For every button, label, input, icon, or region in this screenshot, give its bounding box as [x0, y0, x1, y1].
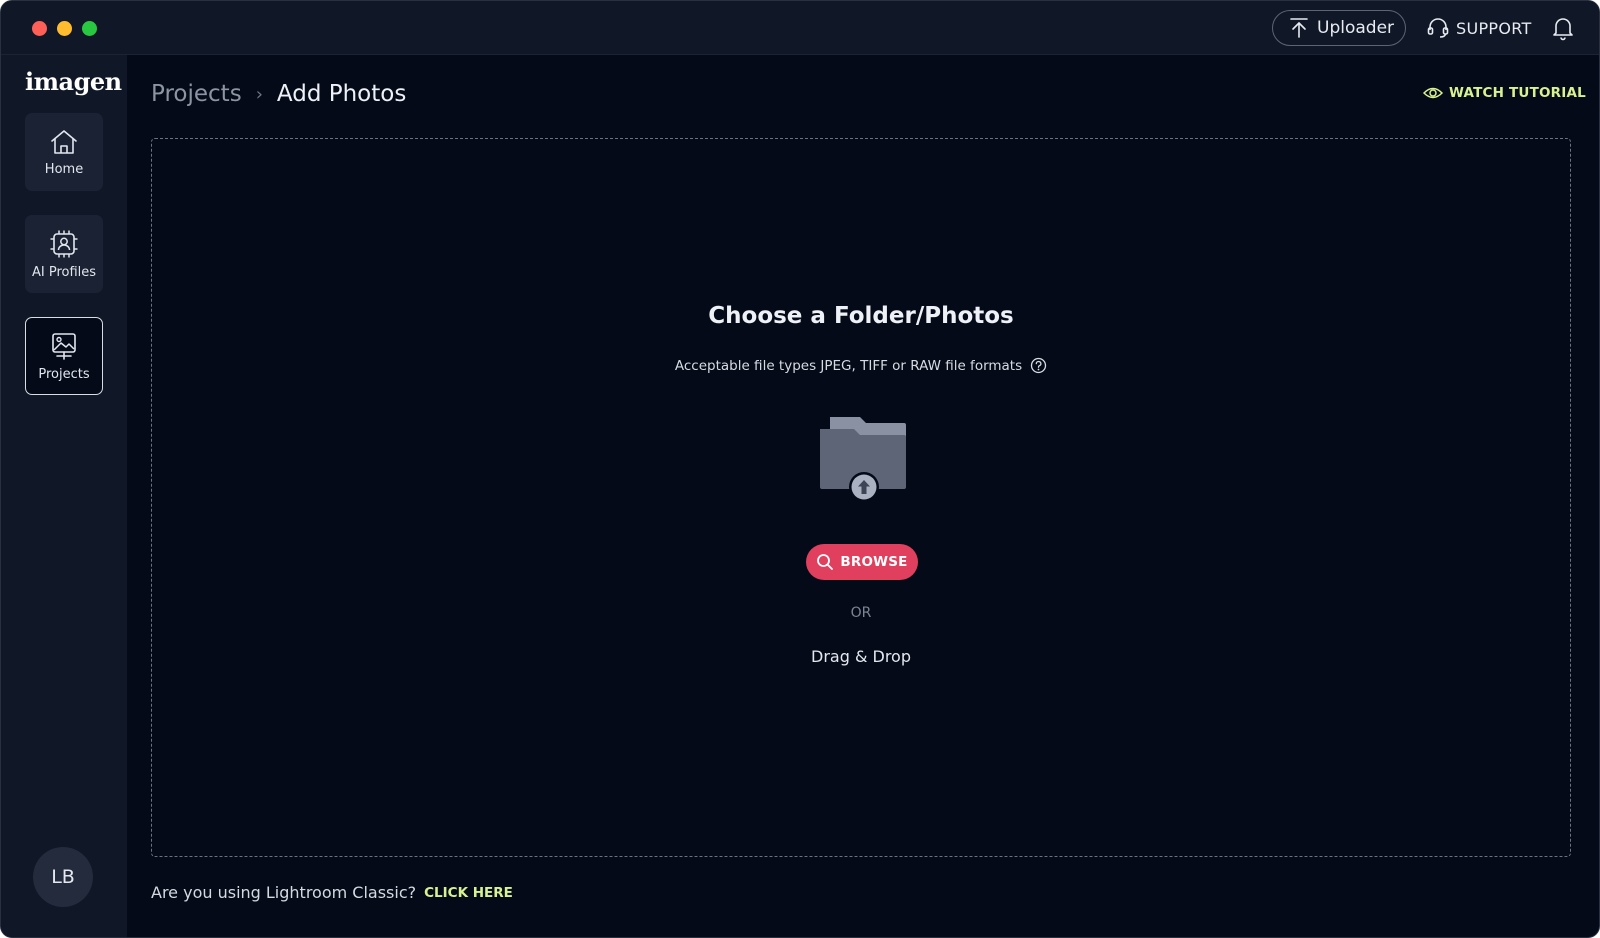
breadcrumb: Projects › Add Photos — [151, 81, 406, 107]
sidebar: imagen Home AI Profiles Projects LB — [1, 55, 127, 937]
app-window: Uploader SUPPORT imagen Home AI Profiles… — [0, 0, 1600, 938]
support-button[interactable]: SUPPORT — [1426, 13, 1532, 43]
photo-dropzone[interactable]: Choose a Folder/Photos Acceptable file t… — [151, 138, 1571, 857]
upload-arrow-icon — [1290, 18, 1308, 38]
lightroom-prompt: Are you using Lightroom Classic? CLICK H… — [151, 883, 513, 902]
projects-icon — [52, 332, 76, 360]
sidebar-item-label: AI Profiles — [31, 264, 97, 280]
file-types-hint: Acceptable file types JPEG, TIFF or RAW … — [152, 357, 1570, 374]
eye-icon — [1423, 87, 1443, 99]
sidebar-item-ai-profiles[interactable]: AI Profiles — [25, 215, 103, 293]
home-icon — [51, 129, 77, 154]
browse-label: BROWSE — [840, 554, 908, 570]
maximize-window-button[interactable] — [82, 21, 97, 36]
imagen-logo[interactable]: imagen — [25, 67, 122, 96]
sidebar-item-projects[interactable]: Projects — [25, 317, 103, 395]
breadcrumb-separator: › — [255, 83, 263, 105]
browse-button[interactable]: BROWSE — [806, 544, 918, 580]
watch-tutorial-link[interactable]: WATCH TUTORIAL — [1423, 85, 1586, 101]
page-title: Add Photos — [276, 81, 407, 107]
close-window-button[interactable] — [32, 21, 47, 36]
ai-profile-icon — [50, 230, 78, 257]
uploader-label: Uploader — [1317, 18, 1395, 38]
notification-bell-icon[interactable] — [1551, 15, 1575, 41]
minimize-window-button[interactable] — [57, 21, 72, 36]
file-types-text: Acceptable file types JPEG, TIFF or RAW … — [674, 357, 1023, 374]
support-label: SUPPORT — [1456, 18, 1532, 38]
or-divider-text: OR — [850, 605, 872, 621]
help-icon[interactable] — [1030, 357, 1047, 374]
title-bar: Uploader SUPPORT — [1, 1, 1599, 55]
search-icon — [817, 554, 834, 570]
headset-icon — [1427, 18, 1449, 38]
sidebar-item-home[interactable]: Home — [25, 113, 103, 191]
sidebar-item-label: Home — [44, 161, 84, 177]
drag-drop-text: Drag & Drop — [811, 647, 911, 666]
dropzone-title: Choose a Folder/Photos — [708, 303, 1014, 329]
user-avatar[interactable]: LB — [33, 847, 93, 907]
watch-tutorial-label: WATCH TUTORIAL — [1449, 85, 1586, 101]
breadcrumb-projects-link[interactable]: Projects — [151, 81, 242, 107]
sidebar-item-label: Projects — [38, 366, 90, 382]
folder-upload-icon — [820, 417, 906, 502]
uploader-button[interactable]: Uploader — [1272, 10, 1406, 46]
click-here-link[interactable]: CLICK HERE — [424, 885, 513, 901]
lightroom-question: Are you using Lightroom Classic? — [151, 883, 417, 902]
